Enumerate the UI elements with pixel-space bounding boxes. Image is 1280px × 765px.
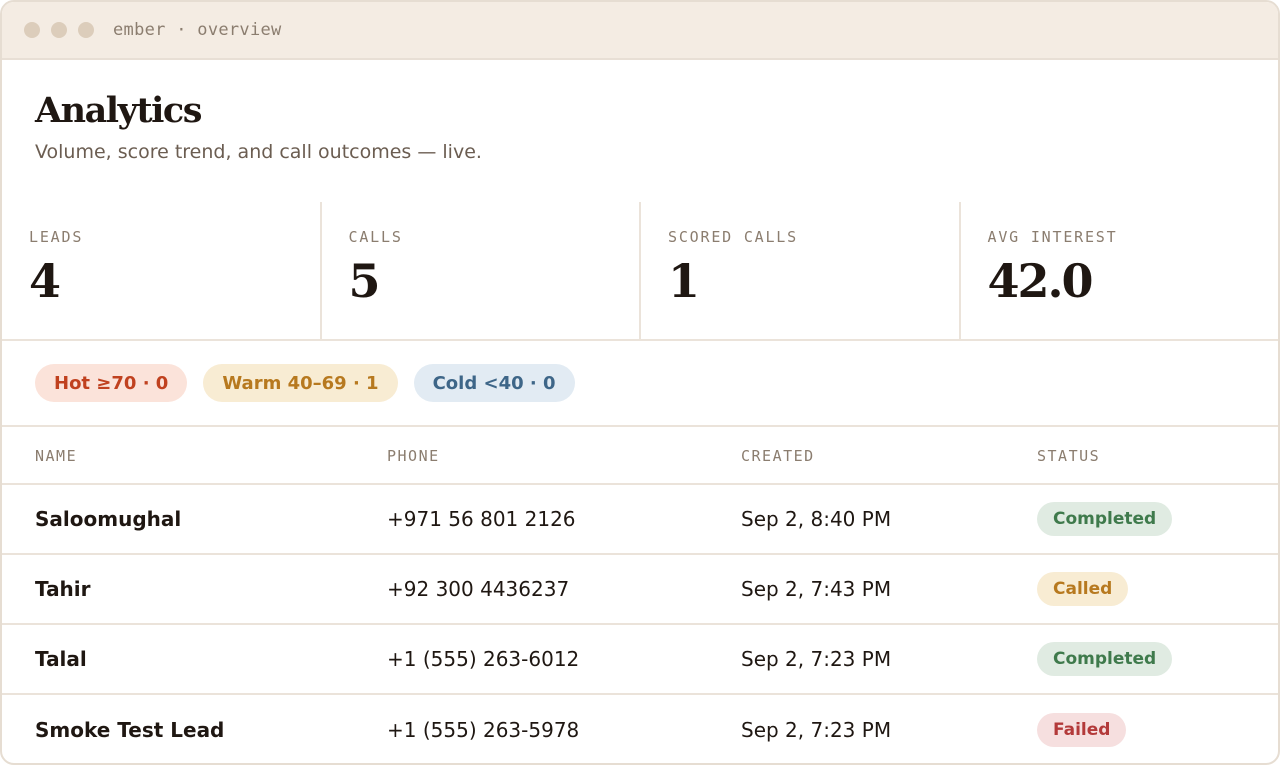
column-header-phone[interactable]: PHONE bbox=[387, 427, 741, 485]
stat-value: 4 bbox=[29, 254, 61, 308]
table-row[interactable]: Saloomughal +971 56 801 2126 Sep 2, 8:40… bbox=[2, 484, 1278, 555]
lead-phone: +1 (555) 263-6012 bbox=[387, 624, 741, 695]
stat-avg-interest: AVG INTEREST 42.0 bbox=[961, 202, 1279, 339]
column-header-status[interactable]: STATUS bbox=[1037, 427, 1278, 485]
column-header-created[interactable]: CREATED bbox=[741, 427, 1037, 485]
window-close-dot[interactable] bbox=[24, 22, 40, 38]
lead-created: Sep 2, 7:43 PM bbox=[741, 554, 1037, 625]
lead-name: Talal bbox=[2, 624, 387, 695]
stat-value: 42.0 bbox=[987, 254, 1094, 308]
stat-value: 5 bbox=[348, 254, 381, 308]
table-row[interactable]: Talal +1 (555) 263-6012 Sep 2, 7:23 PM C… bbox=[2, 624, 1278, 695]
status-badge: Completed bbox=[1037, 502, 1173, 536]
lead-status-cell: Completed bbox=[1037, 484, 1278, 555]
stat-value: 1 bbox=[668, 254, 700, 308]
table-row[interactable]: Smoke Test Lead +1 (555) 263-5978 Sep 2,… bbox=[2, 694, 1278, 763]
stat-calls: CALLS 5 bbox=[322, 202, 641, 339]
lead-status-cell: Failed bbox=[1037, 694, 1278, 763]
hot-filter-pill[interactable]: Hot ≥70 · 0 bbox=[35, 364, 188, 402]
page-header: Analytics Volume, score trend, and call … bbox=[2, 60, 1278, 202]
lead-phone: +971 56 801 2126 bbox=[387, 484, 741, 555]
stat-label: LEADS bbox=[29, 228, 84, 246]
window-maximize-dot[interactable] bbox=[78, 22, 94, 38]
lead-phone: +1 (555) 263-5978 bbox=[387, 717, 580, 742]
lead-created: Sep 2, 7:23 PM bbox=[741, 717, 892, 742]
table-row[interactable]: Tahir +92 300 4436237 Sep 2, 7:43 PM Cal… bbox=[2, 554, 1278, 625]
stats-row: LEADS 4 CALLS 5 SCORED CALLS 1 AVG INTER… bbox=[2, 202, 1278, 341]
status-badge: Completed bbox=[1037, 642, 1173, 676]
leads-table: NAME PHONE CREATED STATUS Saloomughal +9… bbox=[2, 427, 1278, 763]
app-window: ember · overview Analytics Volume, score… bbox=[0, 0, 1280, 765]
window-title: ember · overview bbox=[113, 20, 282, 40]
stat-leads: LEADS 4 bbox=[2, 202, 322, 339]
page-title: Analytics bbox=[35, 90, 202, 131]
column-header-name[interactable]: NAME bbox=[2, 427, 387, 485]
lead-created: Sep 2, 8:40 PM bbox=[741, 484, 1037, 555]
score-filter-pills: Hot ≥70 · 0 Warm 40–69 · 1 Cold <40 · 0 bbox=[2, 341, 1278, 427]
stat-scored-calls: SCORED CALLS 1 bbox=[641, 202, 961, 339]
window-titlebar: ember · overview bbox=[2, 2, 1278, 60]
stat-label: CALLS bbox=[348, 228, 403, 246]
lead-name: Tahir bbox=[2, 554, 387, 625]
lead-name: Saloomughal bbox=[2, 484, 387, 555]
status-badge: Failed bbox=[1037, 712, 1127, 747]
table-header-row: NAME PHONE CREATED STATUS bbox=[2, 427, 1278, 485]
lead-name: Smoke Test Lead bbox=[35, 717, 225, 742]
warm-filter-pill[interactable]: Warm 40–69 · 1 bbox=[203, 364, 398, 402]
stat-label: SCORED CALLS bbox=[668, 228, 798, 246]
cold-filter-pill[interactable]: Cold <40 · 0 bbox=[413, 364, 575, 402]
lead-phone: +92 300 4436237 bbox=[387, 554, 741, 625]
lead-created: Sep 2, 7:23 PM bbox=[741, 624, 1037, 695]
lead-status-cell: Called bbox=[1037, 554, 1278, 625]
window-minimize-dot[interactable] bbox=[51, 22, 67, 38]
status-badge: Called bbox=[1037, 572, 1129, 606]
page-subtitle: Volume, score trend, and call outcomes —… bbox=[35, 141, 482, 163]
stat-label: AVG INTEREST bbox=[987, 228, 1118, 246]
lead-status-cell: Completed bbox=[1037, 624, 1278, 695]
